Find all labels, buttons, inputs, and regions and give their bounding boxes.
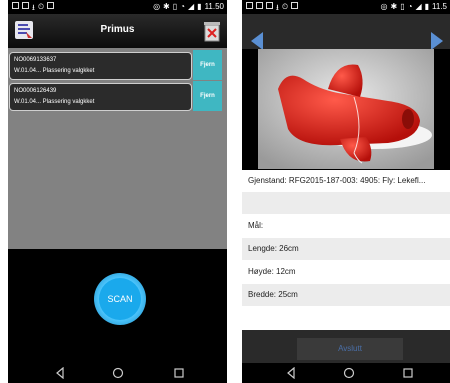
trash-icon[interactable] [203,20,221,42]
primus-main-screen: ⭳ ⏲ ◎ ✱ ▯ ◔ ◢ ▮ 11.50 Primus NO006913363… [8,0,227,383]
bottom-bar: Avslutt [242,330,450,364]
status-bar: ⭳ ⏲ ◎ ✱ ▯ ◔ ◢ ▮ 11.5 [242,0,450,14]
notification-icon [12,2,19,9]
status-bar: ⭳ ⏲ ◎ ✱ ▯ ◔ ◢ ▮ 11.50 [8,0,227,14]
gallery-notification-icon [266,2,273,9]
bluetooth-icon: ✱ [390,2,398,11]
app-notification-icon [47,2,55,9]
recent-apps-icon[interactable] [173,367,185,379]
back-icon[interactable] [285,367,297,379]
finish-button[interactable]: Avslutt [297,338,403,360]
home-icon[interactable] [112,367,124,379]
bluetooth-icon: ✱ [163,2,170,11]
list-item[interactable]: NO0006126439 W.01.04... Plassering valgk… [9,83,192,111]
wifi-icon: ◔ [407,2,413,11]
object-title: Gjenstand: RFG2015-187-003: 4905: Fly: L… [248,176,426,185]
nfc-icon: ◎ [380,2,388,11]
clock: 11.50 [204,2,224,11]
scan-button[interactable]: SCAN [99,278,141,320]
vibrate-icon: ▯ [172,2,178,11]
image-notification-icon [256,2,263,9]
list-item[interactable]: NO0069133637 W.01.04... Plassering valgk… [9,52,192,80]
clock: 11.5 [432,2,447,11]
item-id: NO0006126439 [14,88,57,94]
page-title: Primus [100,24,135,35]
back-icon[interactable] [54,367,66,379]
wifi-icon: ◔ [180,2,185,11]
remove-button[interactable]: Fjern [193,81,222,111]
item-list: NO0069133637 W.01.04... Plassering valgk… [8,48,227,249]
image-header [242,14,450,50]
width-value: Bredde: 25cm [242,284,450,306]
remove-button[interactable]: Fjern [193,50,222,80]
battery-icon: ▮ [197,2,202,11]
notification-icon [246,2,253,9]
height-value: Høyde: 12cm [248,267,296,276]
item-status: W.01.04... Plassering valgkket [14,68,95,74]
toy-plane-image [258,49,434,169]
image-notification-icon [22,2,29,9]
object-detail-screen: ⭳ ⏲ ◎ ✱ ▯ ◔ ◢ ▮ 11.5 Gjenstand: RFG2015-… [242,0,450,383]
signal-icon: ◢ [188,2,195,11]
signal-icon: ◢ [415,2,422,11]
spacer-row [242,192,450,214]
nfc-icon: ◎ [153,2,161,11]
vibrate-icon: ▯ [400,2,405,11]
item-status: W.01.04... Plassering valgkket [14,99,95,105]
object-photo [258,49,434,169]
app-notification-icon [291,2,299,9]
home-icon[interactable] [343,367,355,379]
dimensions-label: Mål: [248,221,264,230]
recent-apps-icon[interactable] [402,367,414,379]
previous-arrow-icon[interactable] [251,32,263,50]
nav-bar [242,363,450,383]
nav-bar [8,363,227,383]
object-details: Gjenstand: RFG2015-187-003: 4905: Fly: L… [242,170,450,336]
item-id: NO0069133637 [14,57,57,63]
next-arrow-icon[interactable] [431,32,443,50]
length-value: Lengde: 26cm [242,238,450,260]
battery-icon: ▮ [424,2,430,11]
title-bar: Primus [8,14,227,48]
